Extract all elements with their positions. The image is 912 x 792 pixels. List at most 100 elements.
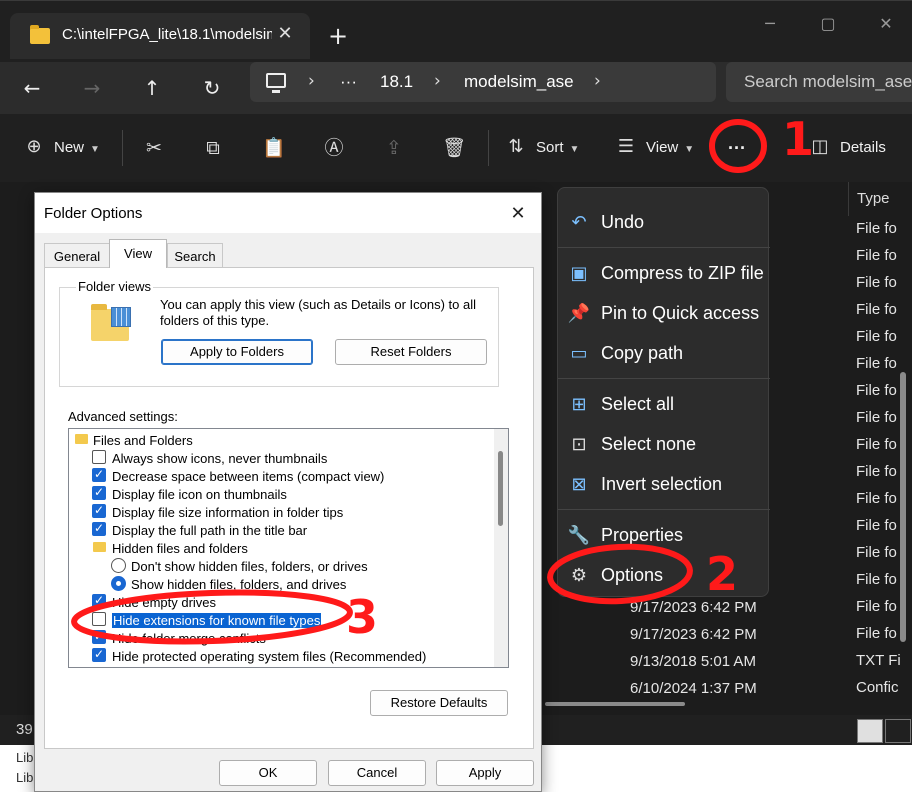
vertical-scrollbar[interactable] (900, 372, 906, 642)
type-cell: TXT Fi (856, 652, 901, 669)
checkbox[interactable] (92, 503, 106, 518)
more-options-button[interactable]: ··· (728, 134, 746, 162)
copy-path-icon: ▭ (570, 343, 588, 364)
explorer-tab[interactable]: C:\intelFPGA_lite\18.1\modelsim_ase ✕ (10, 13, 310, 59)
back-button[interactable]: ← (14, 70, 50, 106)
close-window-button[interactable]: ✕ (866, 9, 906, 39)
menu-item-label: Select all (601, 394, 675, 414)
setting-label: Always show icons, never thumbnails (112, 451, 328, 466)
menu-item-label: Options (601, 565, 664, 585)
apply-button[interactable]: Apply (436, 760, 534, 786)
details-view-toggle[interactable] (857, 719, 883, 743)
menu-item-properties[interactable]: 🔧 Properties (558, 517, 770, 553)
details-label: Details (840, 139, 886, 156)
menu-item-label: Compress to ZIP file (601, 263, 764, 283)
radio-button[interactable] (111, 558, 126, 573)
type-cell: File fo (856, 463, 897, 480)
apply-to-folders-button[interactable]: Apply to Folders (161, 339, 313, 365)
menu-item-undo[interactable]: ↶ Undo (558, 204, 770, 240)
minimize-button[interactable]: ─ (750, 9, 790, 39)
maximize-button[interactable]: ▢ (808, 9, 848, 39)
folder-icon (75, 434, 88, 444)
details-button[interactable]: ◫ Details (808, 134, 886, 162)
type-cell: File fo (856, 409, 897, 426)
up-button[interactable]: ↑ (134, 70, 170, 106)
search-input[interactable]: Search modelsim_ase (726, 62, 912, 102)
tree-label: Files and Folders (93, 433, 193, 448)
plus-circle-icon: ⊕ (26, 136, 42, 157)
invert-selection-icon: ⊠ (571, 474, 587, 495)
advanced-settings-tree[interactable]: Files and Folders Always show icons, nev… (68, 428, 509, 668)
refresh-button[interactable]: ↻ (194, 70, 230, 106)
reset-folders-button[interactable]: Reset Folders (335, 339, 487, 365)
chevron-down-icon: ▼ (569, 144, 580, 155)
folder-views-icon (91, 304, 131, 341)
checkbox[interactable] (92, 485, 106, 500)
paste-icon[interactable]: 📋 (258, 134, 290, 162)
radio-button[interactable] (111, 576, 126, 591)
dialog-title-bar: Folder Options ✕ (35, 193, 541, 233)
cut-icon[interactable]: ✂ (138, 134, 170, 162)
menu-item-options[interactable]: ⚙ Options (558, 557, 770, 593)
cancel-button[interactable]: Cancel (328, 760, 426, 786)
delete-icon[interactable]: 🗑 (438, 134, 470, 162)
menu-item-copy-path[interactable]: ▭ Copy path (558, 335, 770, 371)
new-tab-button[interactable]: + (322, 23, 354, 51)
menu-separator (558, 378, 770, 379)
screen: C:\intelFPGA_lite\18.1\modelsim_ase ✕ + … (0, 0, 912, 792)
checkbox[interactable] (92, 450, 106, 464)
menu-item-invert-selection[interactable]: ⊠ Invert selection (558, 466, 770, 502)
menu-item-select-all[interactable]: ⊞ Select all (558, 386, 770, 422)
horizontal-scrollbar[interactable] (545, 702, 685, 706)
share-icon[interactable]: ⇪ (378, 134, 410, 162)
divider (122, 130, 123, 166)
path-segment-modelsim[interactable]: modelsim_ase (464, 72, 574, 92)
ok-button[interactable]: OK (219, 760, 317, 786)
type-column-header[interactable]: Type (848, 182, 912, 216)
checkbox[interactable] (92, 629, 106, 644)
tiles-view-toggle[interactable] (885, 719, 911, 743)
new-label: New (54, 139, 85, 156)
date-cell: 9/13/2018 5:01 AM (630, 653, 756, 670)
menu-item-select-none[interactable]: ⊡ Select none (558, 426, 770, 462)
command-bar: ⊕ New ▼ ✂ ⧉ 📋 Ⓐ ⇪ 🗑 ⇅ Sort ▼ ☰ View ▼ ··· ◫ Det… (0, 114, 912, 182)
setting-label: Hide protected operating system files (R… (112, 649, 427, 664)
checkbox[interactable] (92, 593, 106, 608)
address-bar[interactable]: › ··· 18.1 › modelsim_ase › (250, 62, 716, 102)
tab-view[interactable]: View (109, 239, 167, 268)
sort-label: Sort (536, 139, 564, 156)
divider (488, 130, 489, 166)
tab-general[interactable]: General (44, 243, 110, 267)
view-button[interactable]: ☰ View ▼ (614, 134, 694, 162)
checkbox[interactable] (92, 467, 106, 482)
new-button[interactable]: ⊕ New ▼ (22, 134, 99, 162)
type-cell: File fo (856, 220, 897, 237)
scrollbar-thumb[interactable] (498, 451, 503, 526)
dialog-close-button[interactable]: ✕ (505, 201, 531, 227)
type-cell: File fo (856, 436, 897, 453)
tab-close-icon[interactable]: ✕ (272, 21, 298, 47)
forward-button[interactable]: → (74, 70, 110, 106)
checkbox[interactable] (92, 612, 106, 626)
checkbox[interactable] (92, 647, 106, 662)
checkbox[interactable] (92, 521, 106, 536)
path-overflow[interactable]: ··· (340, 72, 357, 92)
copy-icon[interactable]: ⧉ (197, 134, 229, 162)
menu-item-label: Copy path (601, 343, 684, 363)
menu-item-pin-quick-access[interactable]: 📌 Pin to Quick access (558, 295, 770, 331)
rename-icon[interactable]: Ⓐ (318, 134, 350, 162)
dialog-title: Folder Options (44, 205, 143, 222)
sort-button[interactable]: ⇅ Sort ▼ (504, 134, 579, 162)
tree-scrollbar[interactable] (494, 429, 508, 667)
folder-icon (93, 542, 106, 552)
date-cell: 9/17/2023 6:42 PM (630, 599, 757, 616)
restore-defaults-button[interactable]: Restore Defaults (370, 690, 508, 716)
menu-item-label: Invert selection (601, 474, 723, 494)
tree-label: Hidden files and folders (112, 541, 248, 556)
date-cell: 6/10/2024 1:37 PM (630, 680, 757, 697)
type-cell: File fo (856, 382, 897, 399)
path-segment-18-1[interactable]: 18.1 (380, 72, 413, 92)
menu-item-compress-zip[interactable]: ▣ Compress to ZIP file (558, 255, 770, 291)
type-cell: File fo (856, 328, 897, 345)
tab-search[interactable]: Search (167, 243, 223, 267)
